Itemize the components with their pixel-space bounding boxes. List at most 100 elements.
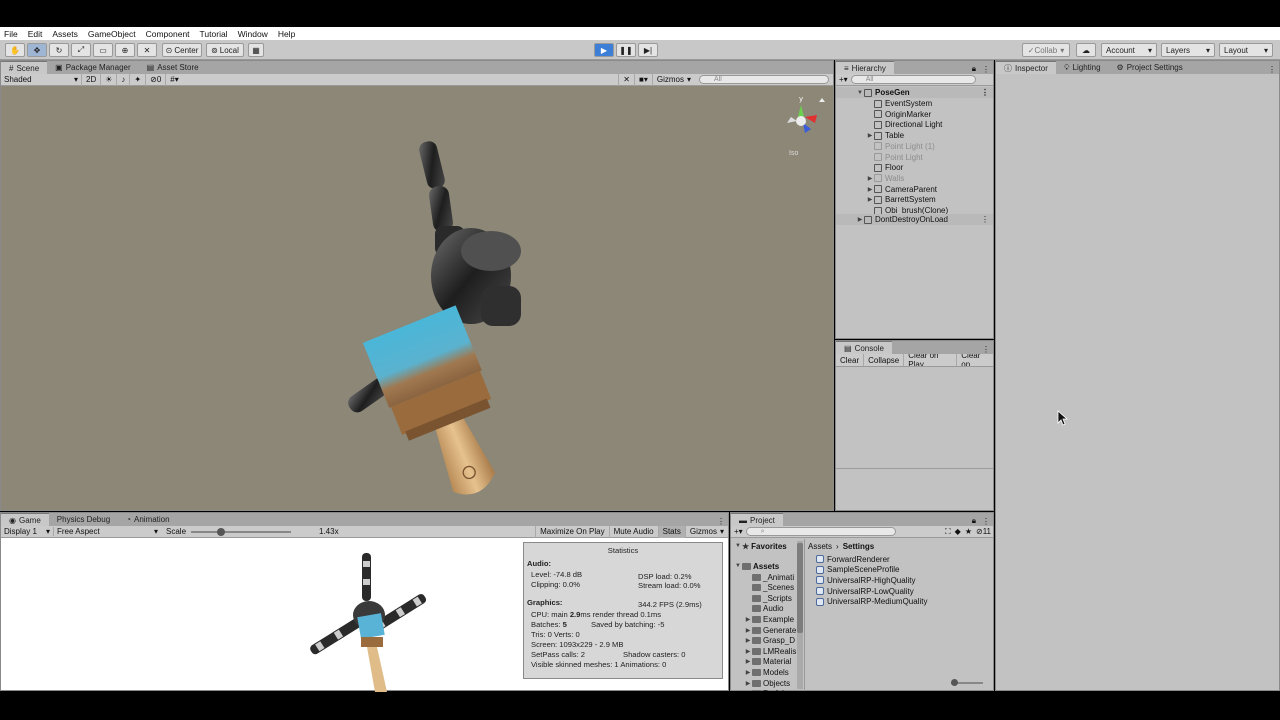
expand-arrow-icon[interactable]: ▶ — [866, 196, 874, 203]
star-icon[interactable]: ★ — [963, 527, 974, 536]
project-folder-item[interactable]: ▶ Example — [744, 614, 794, 624]
console-clear-on-play-button[interactable]: Clear on Play — [903, 354, 956, 366]
hierarchy-search-input[interactable]: All — [850, 75, 976, 84]
hierarchy-item[interactable]: ▶ Walls — [836, 173, 993, 184]
project-folder-item[interactable]: Audio — [744, 604, 783, 614]
pause-button[interactable]: ❚❚ — [616, 43, 636, 57]
hierarchy-item[interactable]: ▶ CameraParent — [836, 184, 993, 195]
expand-arrow-icon[interactable]: ▶ — [856, 216, 864, 223]
kebab-menu-icon[interactable]: ⋮ — [979, 65, 993, 74]
stats-button[interactable]: Stats — [657, 525, 685, 538]
expand-arrow-icon[interactable]: ▶ — [744, 690, 752, 691]
effects-toggle-icon[interactable]: ✦ — [129, 73, 145, 86]
step-button[interactable]: ▶| — [638, 43, 658, 57]
project-folder-item[interactable]: ▶ Generate — [744, 625, 797, 635]
hierarchy-item[interactable]: Point Light (1) — [836, 141, 993, 152]
scale-tool-icon[interactable]: ⤢ — [71, 43, 91, 57]
project-asset-item[interactable]: SampleSceneProfile — [816, 565, 899, 575]
tab-physics-debug[interactable]: Physics Debug — [49, 513, 118, 526]
menu-tutorial[interactable]: Tutorial — [200, 29, 228, 39]
filter-type-icon[interactable]: ⛶ — [943, 527, 953, 537]
layout-dropdown[interactable]: Layout ▾ — [1219, 43, 1273, 57]
expand-arrow-icon[interactable]: ▶ — [744, 680, 752, 687]
hierarchy-scene-row[interactable]: ▼ PoseGen ⋮ — [836, 87, 993, 98]
hierarchy-item[interactable]: Directional Light — [836, 119, 993, 130]
project-folder-item[interactable]: _Animati — [744, 572, 794, 582]
hierarchy-item[interactable]: EventSystem — [836, 98, 993, 109]
grid-snap-icon[interactable]: ▦ — [248, 43, 264, 57]
expand-arrow-icon[interactable]: ▶ — [866, 175, 874, 182]
scene-orientation-gizmo[interactable]: y — [781, 93, 825, 143]
menu-window[interactable]: Window — [238, 29, 268, 39]
lighting-toggle-icon[interactable]: ☀ — [100, 73, 116, 86]
expand-arrow-icon[interactable]: ▶ — [744, 637, 752, 644]
add-icon[interactable]: +▾ — [836, 75, 851, 84]
tab-hierarchy[interactable]: ≡ Hierarchy — [836, 61, 894, 74]
project-search-input[interactable]: ⌕ — [745, 527, 896, 536]
expand-arrow-icon[interactable]: ▶ — [744, 669, 752, 676]
expand-arrow-icon[interactable]: ▶ — [744, 648, 752, 655]
camera-icon[interactable]: ■▾ — [634, 73, 652, 86]
hierarchy-ddol-row[interactable]: ▶ DontDestroyOnLoad ⋮ — [836, 214, 993, 225]
expand-arrow-icon[interactable]: ▶ — [744, 658, 752, 665]
expand-arrow-icon[interactable]: ▼ — [856, 90, 864, 96]
transform-tool-icon[interactable]: ⊕ — [115, 43, 135, 57]
rotate-tool-icon[interactable]: ↻ — [49, 43, 69, 57]
kebab-menu-icon[interactable]: ⋮ — [1265, 65, 1279, 74]
project-asset-item[interactable]: UniversalRP-MediumQuality — [816, 597, 927, 607]
move-tool-icon[interactable]: ✥ — [27, 43, 47, 57]
project-folder-item[interactable]: ▶ Prefabs — [744, 689, 791, 691]
hidden-objects-toggle[interactable]: ⊘ 0 — [145, 73, 165, 86]
gizmos-dropdown[interactable]: Gizmos ▾ — [651, 73, 695, 86]
expand-arrow-icon[interactable]: ▶ — [744, 616, 752, 623]
assets-row[interactable]: ▼ Assets — [734, 561, 779, 571]
menu-component[interactable]: Component — [146, 29, 190, 39]
hierarchy-item[interactable]: Point Light — [836, 152, 993, 163]
display-dropdown[interactable]: Display 1 ▾ — [1, 527, 53, 536]
project-folder-item[interactable]: ▶ LMRealis — [744, 646, 797, 656]
scene-search-input[interactable]: All — [699, 75, 829, 84]
menu-file[interactable]: File — [4, 29, 18, 39]
console-clear-on-build-button[interactable]: Clear on — [956, 354, 993, 366]
hand-tool-icon[interactable]: ✋ — [5, 43, 25, 57]
menu-gameobject[interactable]: GameObject — [88, 29, 136, 39]
tab-game[interactable]: ◉ Game — [1, 513, 49, 526]
pivot-local-button[interactable]: ⊚ Local — [206, 43, 244, 57]
game-gizmos-dropdown[interactable]: Gizmos ▾ — [684, 525, 728, 538]
project-folder-item[interactable]: _Scripts — [744, 593, 792, 603]
tab-project-settings[interactable]: ⚙ Project Settings — [1109, 61, 1191, 74]
custom-tool-icon[interactable]: ✕ — [137, 43, 157, 57]
collab-button[interactable]: ✓ Collab ▾ — [1022, 43, 1070, 57]
account-dropdown[interactable]: Account ▾ — [1101, 43, 1157, 57]
console-collapse-button[interactable]: Collapse — [863, 354, 903, 366]
menu-edit[interactable]: Edit — [28, 29, 43, 39]
expand-arrow-icon[interactable]: ▼ — [734, 543, 742, 549]
rect-tool-icon[interactable]: ▭ — [93, 43, 113, 57]
grid-toggle-icon[interactable]: #▾ — [165, 73, 182, 86]
menu-assets[interactable]: Assets — [52, 29, 78, 39]
expand-arrow-icon[interactable]: ▼ — [734, 563, 742, 569]
lock-icon[interactable]: 🔒︎ — [969, 64, 979, 74]
audio-toggle-icon[interactable]: ♪ — [116, 73, 129, 86]
project-asset-item[interactable]: UniversalRP-LowQuality — [816, 586, 914, 596]
2d-toggle[interactable]: 2D — [81, 73, 100, 86]
project-asset-item[interactable]: ForwardRenderer — [816, 554, 890, 564]
project-folder-item[interactable]: ▶ Material — [744, 657, 792, 667]
menu-help[interactable]: Help — [278, 29, 295, 39]
kebab-menu-icon[interactable]: ⋮ — [979, 345, 993, 354]
project-asset-item[interactable]: UniversalRP-HighQuality — [816, 575, 915, 585]
tab-asset-store[interactable]: ▤ Asset Store — [139, 61, 207, 74]
expand-arrow-icon[interactable]: ▶ — [866, 132, 874, 139]
kebab-menu-icon[interactable]: ⋮ — [981, 88, 989, 97]
scale-slider[interactable] — [191, 526, 291, 538]
layers-dropdown[interactable]: Layers ▾ — [1161, 43, 1215, 57]
tab-project[interactable]: ▬ Project — [731, 513, 783, 526]
hierarchy-item[interactable]: Floor — [836, 162, 993, 173]
label-icon[interactable]: ◆ — [953, 527, 963, 536]
hierarchy-item[interactable]: OriginMarker — [836, 109, 993, 120]
aspect-dropdown[interactable]: Free Aspect ▾ — [53, 527, 161, 536]
hierarchy-item[interactable]: ▶ BarrettSystem — [836, 194, 993, 205]
icon-size-slider[interactable] — [951, 679, 983, 686]
kebab-menu-icon[interactable]: ⋮ — [981, 215, 989, 224]
play-button[interactable]: ▶ — [594, 43, 614, 57]
